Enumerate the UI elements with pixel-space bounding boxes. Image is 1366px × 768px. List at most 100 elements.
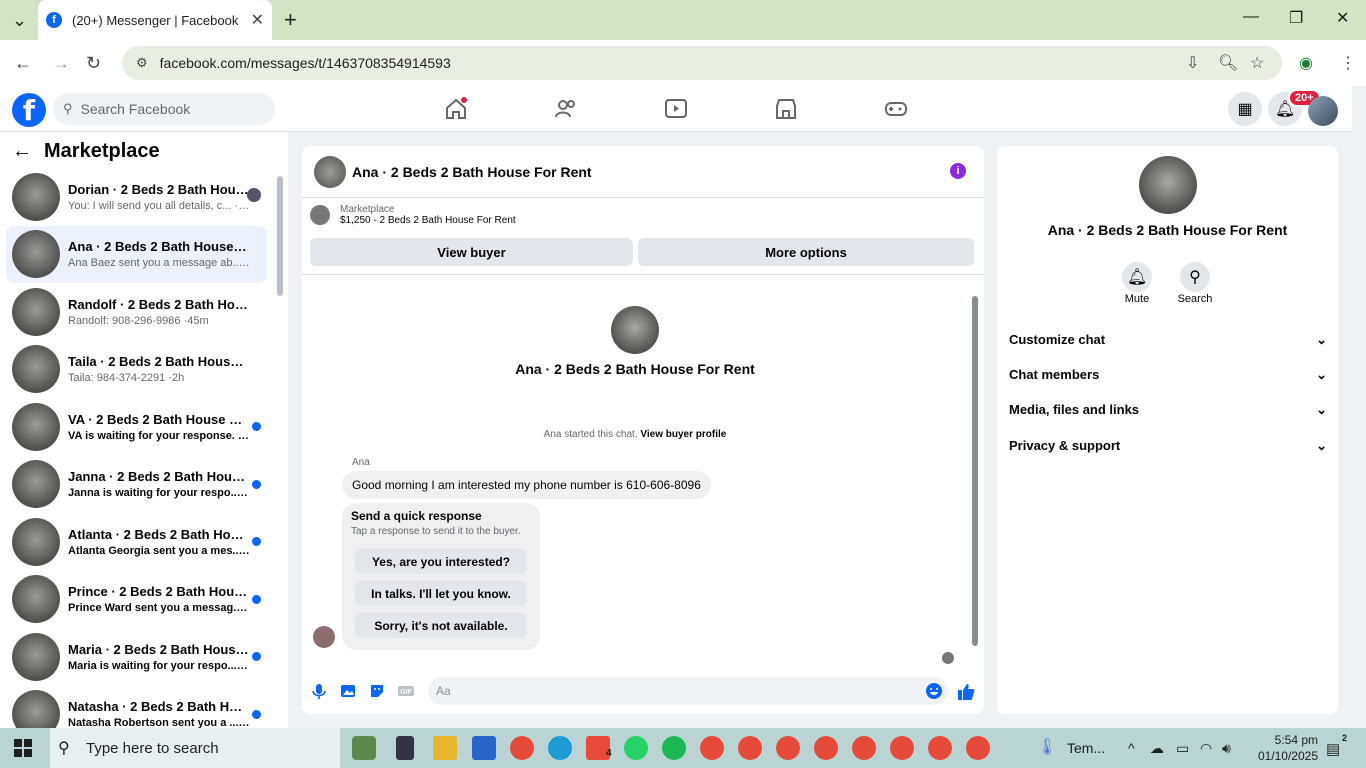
chrome-profile-icon[interactable] <box>852 736 876 760</box>
conversation-item[interactable]: Ana · 2 Beds 2 Bath House For ... Ana Bae… <box>6 225 267 283</box>
file-explorer-icon[interactable] <box>433 736 457 760</box>
taskbar-search-box[interactable]: Type here to search <box>50 728 340 768</box>
chrome-profile-icon[interactable] <box>738 736 762 760</box>
chrome-profile-icon[interactable] <box>700 736 724 760</box>
chat-header-name[interactable]: Ana · 2 Beds 2 Bath House For Rent <box>352 164 592 180</box>
search-conversation-icon[interactable]: ⚲ <box>1180 262 1210 292</box>
facebook-header: f ⚲ Search Facebook ▦ 🔔︎ 20+ <box>0 86 1352 132</box>
conversation-item[interactable]: Taila · 2 Beds 2 Bath House For ... Taila… <box>6 341 267 398</box>
back-icon[interactable]: ← <box>14 53 32 74</box>
whatsapp-icon[interactable] <box>624 736 648 760</box>
task-view-icon[interactable] <box>396 736 414 760</box>
profile-icon[interactable]: ◉ <box>1299 53 1313 73</box>
quick-response-button[interactable]: Yes, are you interested? <box>355 549 527 574</box>
sticker-icon[interactable] <box>368 682 386 700</box>
onedrive-icon[interactable]: ☁ <box>1150 740 1164 757</box>
conversation-name: Natasha · 2 Beds 2 Bath Hous... <box>68 699 250 714</box>
minimize-icon[interactable]: — <box>1243 8 1259 26</box>
chrome-profile-icon[interactable] <box>814 736 838 760</box>
message-input[interactable]: Aa <box>428 677 948 705</box>
home-icon[interactable] <box>443 96 469 122</box>
conversation-item[interactable]: Maria · 2 Beds 2 Bath House F... Maria is… <box>6 628 267 685</box>
search-facebook-input[interactable]: ⚲ Search Facebook <box>53 93 275 125</box>
conversation-item[interactable]: Natasha · 2 Beds 2 Bath Hous... Natasha R… <box>6 686 267 728</box>
listing-avatar <box>12 460 60 508</box>
restore-icon[interactable]: ❐ <box>1289 8 1303 28</box>
emoji-icon[interactable] <box>925 682 943 700</box>
zoom-icon[interactable]: 🔍︎ <box>1218 53 1238 73</box>
media-files-links-section[interactable]: Media, files and links ⌄ <box>1009 402 1327 418</box>
listing-title[interactable]: $1,250 - 2 Beds 2 Bath House For Rent <box>340 215 516 226</box>
reload-icon[interactable]: ↻ <box>86 53 101 74</box>
chrome-profile-icon[interactable] <box>966 736 990 760</box>
microphone-icon[interactable] <box>310 682 328 700</box>
chrome-profile-icon[interactable] <box>776 736 800 760</box>
bookmark-star-icon[interactable]: ☆ <box>1250 53 1264 73</box>
browser-menu-icon[interactable]: ⋮ <box>1340 53 1356 73</box>
conversation-item[interactable]: Atlanta · 2 Beds 2 Bath House ... Atlanta… <box>6 513 267 570</box>
install-app-icon[interactable]: ⇩ <box>1186 53 1199 73</box>
chrome-profile-icon[interactable] <box>928 736 952 760</box>
account-avatar[interactable] <box>1308 96 1338 126</box>
conversation-info-icon[interactable]: i <box>950 163 966 179</box>
sidebar-scrollbar[interactable] <box>277 176 283 296</box>
thermometer-icon[interactable]: 🌡︎ <box>1037 737 1057 757</box>
friends-icon[interactable] <box>553 96 579 122</box>
thumbs-up-icon[interactable] <box>956 682 976 702</box>
conversation-preview: Randolf: 908-296-9986 ·45m <box>68 314 209 327</box>
battery-icon[interactable]: ▭ <box>1176 740 1189 757</box>
more-options-button[interactable]: More options <box>638 238 974 266</box>
forward-icon[interactable]: → <box>52 53 70 74</box>
back-arrow-icon[interactable]: ← <box>12 140 32 163</box>
conversation-item[interactable]: Prince · 2 Beds 2 Bath House ... Prince W… <box>6 571 267 628</box>
chat-members-section[interactable]: Chat members ⌄ <box>1009 367 1327 383</box>
page-scrollbar[interactable] <box>1352 86 1366 728</box>
volume-icon[interactable]: 🔊︎ <box>1222 740 1231 757</box>
quick-response-button[interactable]: Sorry, it's not available. <box>355 613 527 638</box>
url-field[interactable]: ⚙ facebook.com/messages/t/14637083549145… <box>122 46 1282 80</box>
buyer-avatar[interactable] <box>611 306 659 354</box>
conversation-sidebar: ← Marketplace Dorian · 2 Beds 2 Bath Hou… <box>0 132 288 728</box>
photo-icon[interactable] <box>339 682 357 700</box>
mute-bell-icon[interactable]: 🔔︎ <box>1122 262 1152 292</box>
search-highlight-icon[interactable] <box>352 736 376 760</box>
chat-scrollbar[interactable] <box>972 296 978 646</box>
view-buyer-profile-link[interactable]: View buyer profile <box>640 429 726 440</box>
gif-icon[interactable]: GIF <box>397 682 415 700</box>
system-clock[interactable]: 5:54 pm 01/10/2025 <box>1254 732 1318 764</box>
conversation-name: Dorian · 2 Beds 2 Bath House... <box>68 181 250 197</box>
spotify-icon[interactable] <box>662 736 686 760</box>
conversation-item[interactable]: Janna · 2 Beds 2 Bath House F... Janna is… <box>6 456 267 513</box>
privacy-support-section[interactable]: Privacy & support ⌄ <box>1009 438 1327 454</box>
message-bubble[interactable]: Good morning I am interested my phone nu… <box>342 471 711 499</box>
tab-search-icon[interactable]: ⌄ <box>12 10 27 30</box>
conversation-item[interactable]: Randolf · 2 Beds 2 Bath House F... Randol… <box>6 283 267 340</box>
new-tab-icon[interactable]: + <box>284 9 297 31</box>
edge-icon[interactable] <box>548 736 572 760</box>
facebook-logo-icon[interactable]: f <box>12 93 46 127</box>
close-tab-icon[interactable]: ✕ <box>251 10 264 30</box>
chat-header-avatar[interactable] <box>314 155 346 188</box>
wifi-icon[interactable]: ◠ <box>1200 740 1212 757</box>
notification-center-icon[interactable]: ▤ <box>1326 740 1340 758</box>
gaming-icon[interactable] <box>883 96 909 122</box>
conversation-text: Taila · 2 Beds 2 Bath House For ... Taila… <box>68 354 267 384</box>
windows-start-icon[interactable] <box>14 739 32 757</box>
conversation-item[interactable]: Dorian · 2 Beds 2 Bath House... You: I wi… <box>6 168 267 225</box>
marketplace-icon[interactable] <box>773 96 799 122</box>
mail-icon[interactable] <box>472 736 496 760</box>
view-buyer-button[interactable]: View buyer <box>310 238 633 266</box>
menu-grid-icon[interactable]: ▦ <box>1228 92 1262 126</box>
customize-chat-section[interactable]: Customize chat ⌄ <box>1009 332 1327 348</box>
quick-response-button[interactable]: In talks. I'll let you know. <box>355 581 527 606</box>
details-avatar[interactable] <box>1139 156 1197 214</box>
tray-overflow-icon[interactable]: ^ <box>1128 740 1135 756</box>
chrome-icon[interactable] <box>510 736 534 760</box>
weather-text[interactable]: Tem... <box>1067 740 1105 756</box>
site-info-icon[interactable]: ⚙ <box>136 55 148 71</box>
close-window-icon[interactable]: ✕ <box>1336 8 1349 28</box>
conversation-item[interactable]: VA · 2 Beds 2 Bath House For ... VA is wa… <box>6 398 267 455</box>
chrome-profile-icon[interactable] <box>890 736 914 760</box>
browser-tab[interactable]: f (20+) Messenger | Facebook ✕ <box>38 0 272 40</box>
video-icon[interactable] <box>663 96 689 122</box>
